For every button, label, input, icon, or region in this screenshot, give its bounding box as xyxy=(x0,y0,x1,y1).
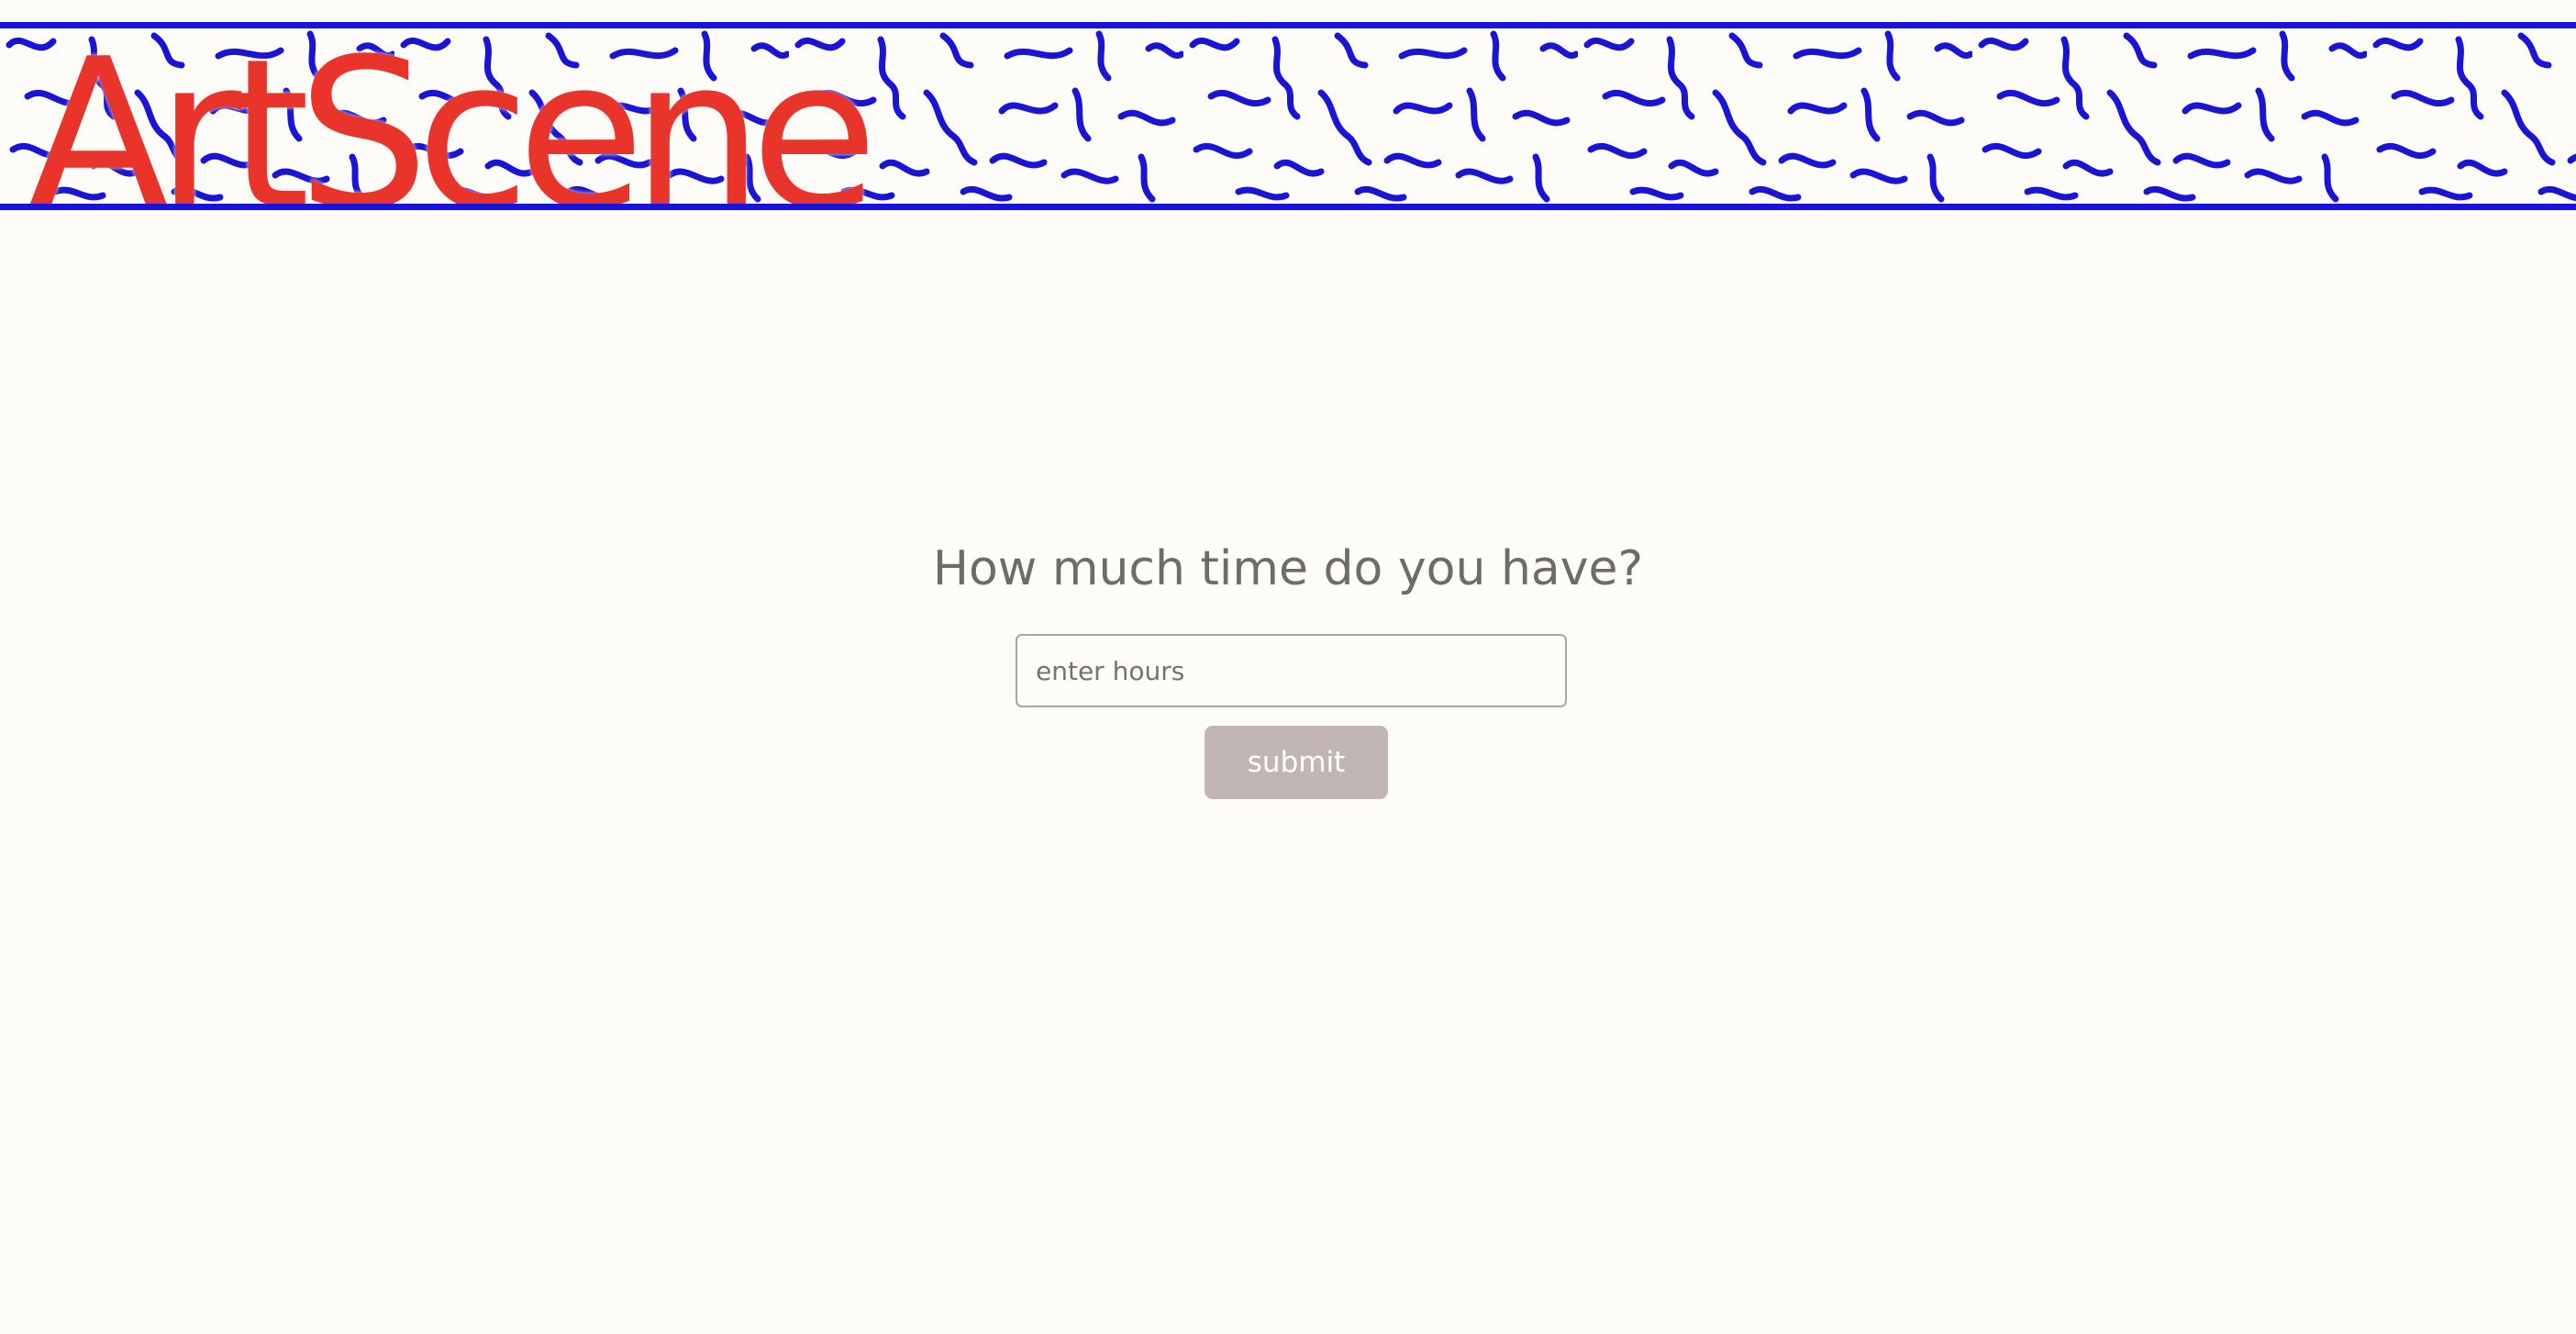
time-question-heading: How much time do you have? xyxy=(932,541,1644,596)
artscene-logo[interactable]: ArtScene xyxy=(28,32,878,205)
submit-button[interactable]: submit xyxy=(1205,726,1388,799)
hours-input[interactable] xyxy=(1016,634,1567,707)
header-banner: ArtScene xyxy=(0,22,2576,210)
